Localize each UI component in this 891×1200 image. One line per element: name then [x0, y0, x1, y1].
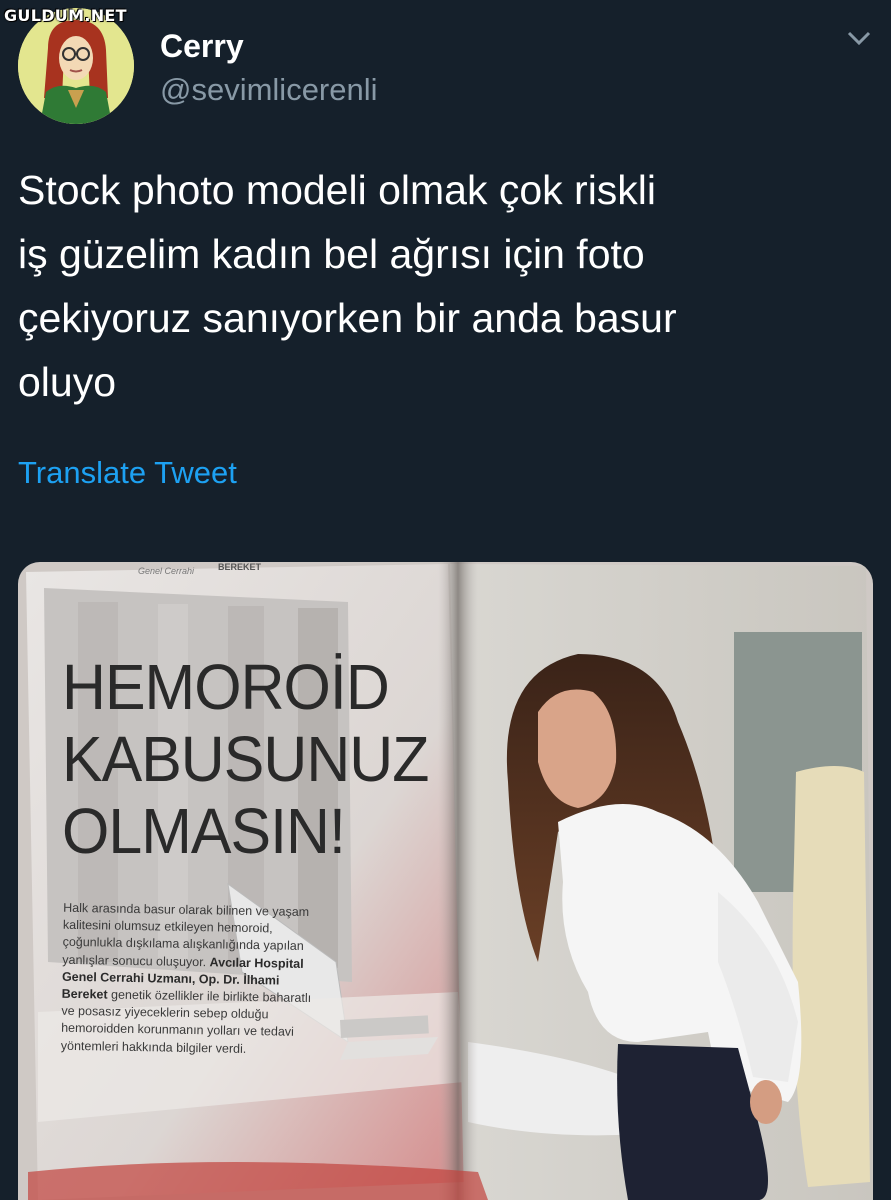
tweet-text: Stock photo modeli olmak çok riskli iş g… [18, 158, 838, 414]
magazine-photo [18, 562, 873, 1200]
tweet-line: Stock photo modeli olmak çok riskli [18, 167, 657, 213]
translate-tweet-link[interactable]: Translate Tweet [18, 455, 237, 491]
user-handle[interactable]: @sevimlicerenli [160, 72, 378, 108]
avatar[interactable] [18, 8, 134, 124]
tweet-line: oluyo [18, 359, 117, 405]
cartoon-girl-avatar-icon [18, 8, 134, 124]
display-name[interactable]: Cerry [160, 28, 244, 65]
chevron-down-icon [847, 31, 871, 46]
tweet-photo[interactable]: Genel Cerrahi BEREKET HEMOROİD KABUSUNUZ… [18, 562, 873, 1200]
tweet-menu-button[interactable] [845, 28, 873, 48]
tweet-line: iş güzelim kadın bel ağrısı için foto [18, 231, 645, 277]
site-watermark: GULDUM.NET [4, 6, 127, 25]
tweet-line: çekiyoruz sanıyorken bir anda basur [18, 295, 677, 341]
